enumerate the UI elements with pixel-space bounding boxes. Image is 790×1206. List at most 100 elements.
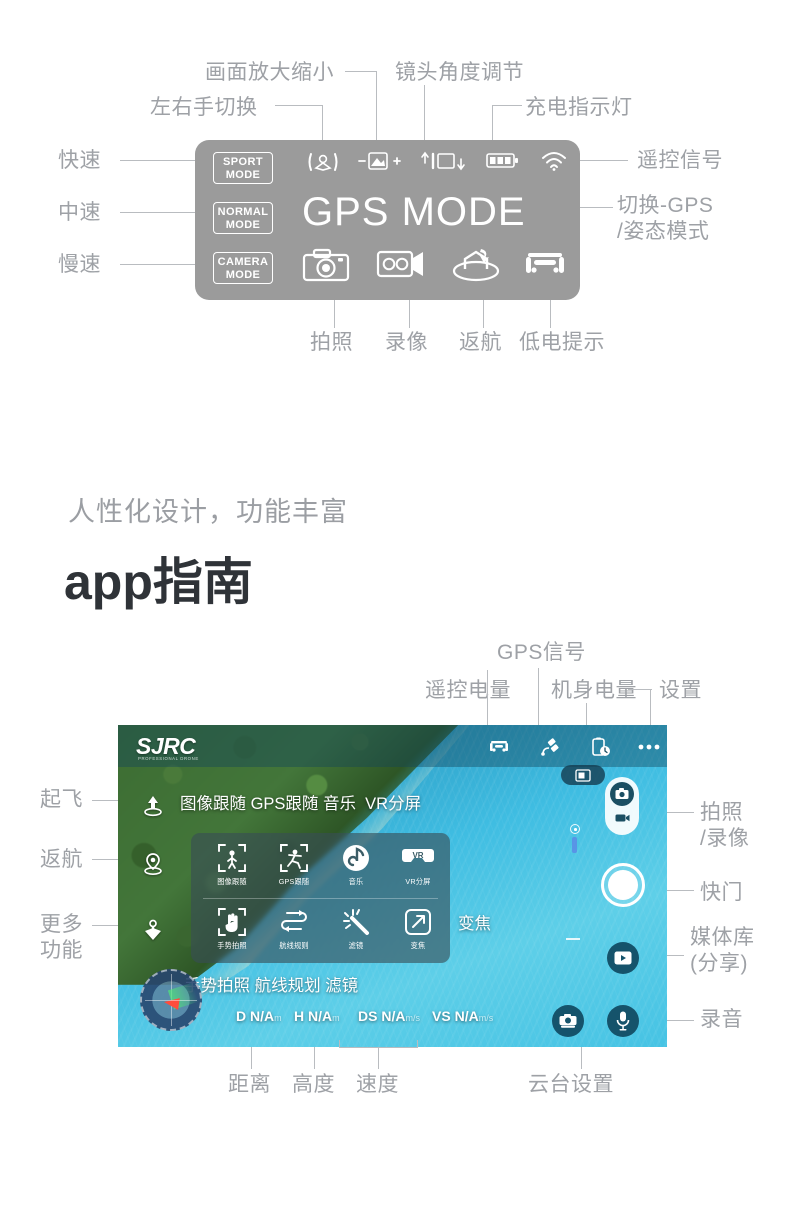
gimbal-pitch-slider-bar[interactable]: [572, 837, 577, 853]
sport-mode-line2: MODE: [225, 168, 261, 181]
label-more-functions: 更多 功能: [40, 913, 83, 962]
telemetry-unit: m/s: [405, 1013, 420, 1023]
leader-gimbal-settings: [581, 1047, 582, 1069]
feature-caption: GPS跟随: [278, 877, 310, 886]
feature-caption: VR分屏: [405, 877, 431, 886]
more-settings-icon[interactable]: [636, 734, 662, 760]
gimbal-angle-icon: [419, 150, 467, 177]
telemetry-horizontal-speed: DS N/Am/s: [358, 1008, 420, 1024]
telemetry-value: N/A: [381, 1008, 406, 1024]
vr-split-icon: VR: [387, 843, 449, 877]
photo-video-toggle-icon[interactable]: [605, 777, 639, 835]
label-photo-video: 拍照 /录像: [700, 801, 750, 850]
gps-follow-icon: [263, 843, 325, 877]
leader-speed-left: [339, 1040, 340, 1048]
voice-record-icon[interactable]: [607, 1005, 639, 1037]
radar-compass-widget[interactable]: [140, 969, 202, 1031]
sport-mode-button[interactable]: SPORT MODE: [213, 152, 273, 184]
label-video: 录像: [385, 331, 428, 354]
label-slow-speed: 慢速: [58, 253, 101, 276]
feature-gps-follow[interactable]: GPS跟随: [263, 843, 325, 887]
image-follow-icon: [201, 843, 263, 877]
feature-music[interactable]: 音乐: [325, 843, 387, 887]
telemetry-unit: m: [274, 1013, 282, 1023]
gimbal-settings-icon[interactable]: [552, 1005, 584, 1037]
photo-mode-half[interactable]: [610, 782, 634, 806]
leader-gps-switch: [578, 207, 613, 208]
label-shutter: 快门: [700, 881, 743, 904]
music-icon: [325, 843, 387, 877]
leader-charge-v: [492, 105, 493, 143]
more-functions-icon[interactable]: [140, 917, 166, 943]
image-zoom-icon: [358, 150, 402, 177]
gps-mode-text: GPS MODE: [302, 190, 526, 234]
battery-icon: [486, 150, 520, 175]
radar-heading-arrow: [163, 996, 180, 1011]
leader-remote-battery: [487, 670, 488, 725]
media-library-icon[interactable]: [607, 942, 639, 974]
leader-hand-switch-h: [275, 105, 323, 106]
wifi-signal-icon: [540, 150, 568, 177]
leader-height: [314, 1047, 315, 1069]
normal-mode-button[interactable]: NORMAL MODE: [213, 202, 273, 234]
leader-aircraft-battery: [586, 703, 587, 725]
leader-settings-v: [650, 689, 651, 725]
label-gimbal-angle: 镜头角度调节: [395, 61, 524, 84]
leader-lowbatt: [550, 300, 551, 328]
battery-clock-icon[interactable]: [588, 734, 614, 760]
label-speed: 速度: [356, 1073, 399, 1096]
label-gps-attitude-switch: 切换-GPS /姿态模式: [617, 194, 714, 243]
gesture-photo-icon: [201, 907, 263, 941]
leader-speed-right: [417, 1040, 418, 1048]
telemetry-value: N/A: [250, 1008, 275, 1024]
takeoff-icon[interactable]: [140, 793, 166, 819]
label-distance: 距离: [228, 1073, 271, 1096]
return-home-icon[interactable]: [140, 851, 166, 877]
feature-panel: 图像跟随 GPS跟随 音乐 VR VR分屏 手势拍照 航线规则 滤镜 变焦: [191, 833, 450, 963]
leader-photo: [334, 300, 335, 328]
feature-waypoint-route[interactable]: 航线规则: [263, 907, 325, 951]
gimbal-pitch-slider-handle[interactable]: [570, 824, 580, 834]
telemetry-key: H: [294, 1008, 305, 1024]
telemetry-height: H N/Am: [294, 1008, 340, 1024]
camera-mode-button[interactable]: CAMERA MODE: [213, 252, 273, 284]
left-right-hand-switch-icon: [307, 150, 339, 179]
telemetry-unit: m/s: [478, 1013, 494, 1023]
zoom-icon: [387, 907, 449, 941]
gps-satellite-icon[interactable]: [538, 734, 564, 760]
feature-filter[interactable]: 滤镜: [325, 907, 387, 951]
section-subtitle: 人性化设计，功能丰富: [68, 497, 348, 527]
label-takeoff: 起飞: [40, 788, 83, 811]
leader-remote-signal: [578, 160, 628, 161]
normal-mode-line2: MODE: [225, 218, 261, 231]
label-photo: 拍照: [310, 331, 353, 354]
gimbal-pitch-slider-minus[interactable]: [566, 938, 580, 940]
leader-medium: [120, 212, 198, 213]
label-gimbal-settings: 云台设置: [528, 1073, 614, 1096]
filter-icon: [325, 907, 387, 941]
leader-image-zoom-v: [376, 71, 377, 143]
sd-card-chip-icon[interactable]: [561, 765, 605, 785]
app-screenshot: SJRC PROFESSIONAL DRONE 图像跟随 GPS跟随 音乐 VR…: [118, 725, 667, 1047]
label-fast-speed: 快速: [58, 149, 101, 172]
leader-settings-h: [628, 689, 652, 690]
leader-video: [409, 300, 410, 328]
sjrc-brand-subtitle: PROFESSIONAL DRONE: [138, 756, 199, 761]
feature-vr-split[interactable]: VR VR分屏: [387, 843, 449, 887]
camera-mode-line1: CAMERA: [217, 256, 269, 268]
label-settings: 设置: [659, 679, 702, 702]
feature-caption: 音乐: [348, 877, 364, 886]
label-medium-speed: 中速: [58, 201, 101, 224]
page-root: 左右手切换 画面放大缩小 镜头角度调节 充电指示灯 快速 中速 慢速 遥控信号 …: [0, 0, 790, 1206]
feature-gesture-photo[interactable]: 手势拍照: [201, 907, 263, 951]
feature-zoom[interactable]: 变焦: [387, 907, 449, 951]
leader-gimbal-angle-v: [424, 85, 425, 143]
video-mode-half[interactable]: [610, 806, 634, 830]
overlay-features-row-top: 图像跟随 GPS跟随 音乐 VR分屏: [180, 795, 422, 813]
label-remote-battery: 遥控电量: [425, 679, 511, 702]
feature-image-follow[interactable]: 图像跟随: [201, 843, 263, 887]
aircraft-status-icon[interactable]: [486, 734, 512, 760]
shutter-button[interactable]: [601, 863, 645, 907]
label-aircraft-battery: 机身电量: [551, 679, 637, 702]
app-top-bar: [118, 725, 667, 767]
